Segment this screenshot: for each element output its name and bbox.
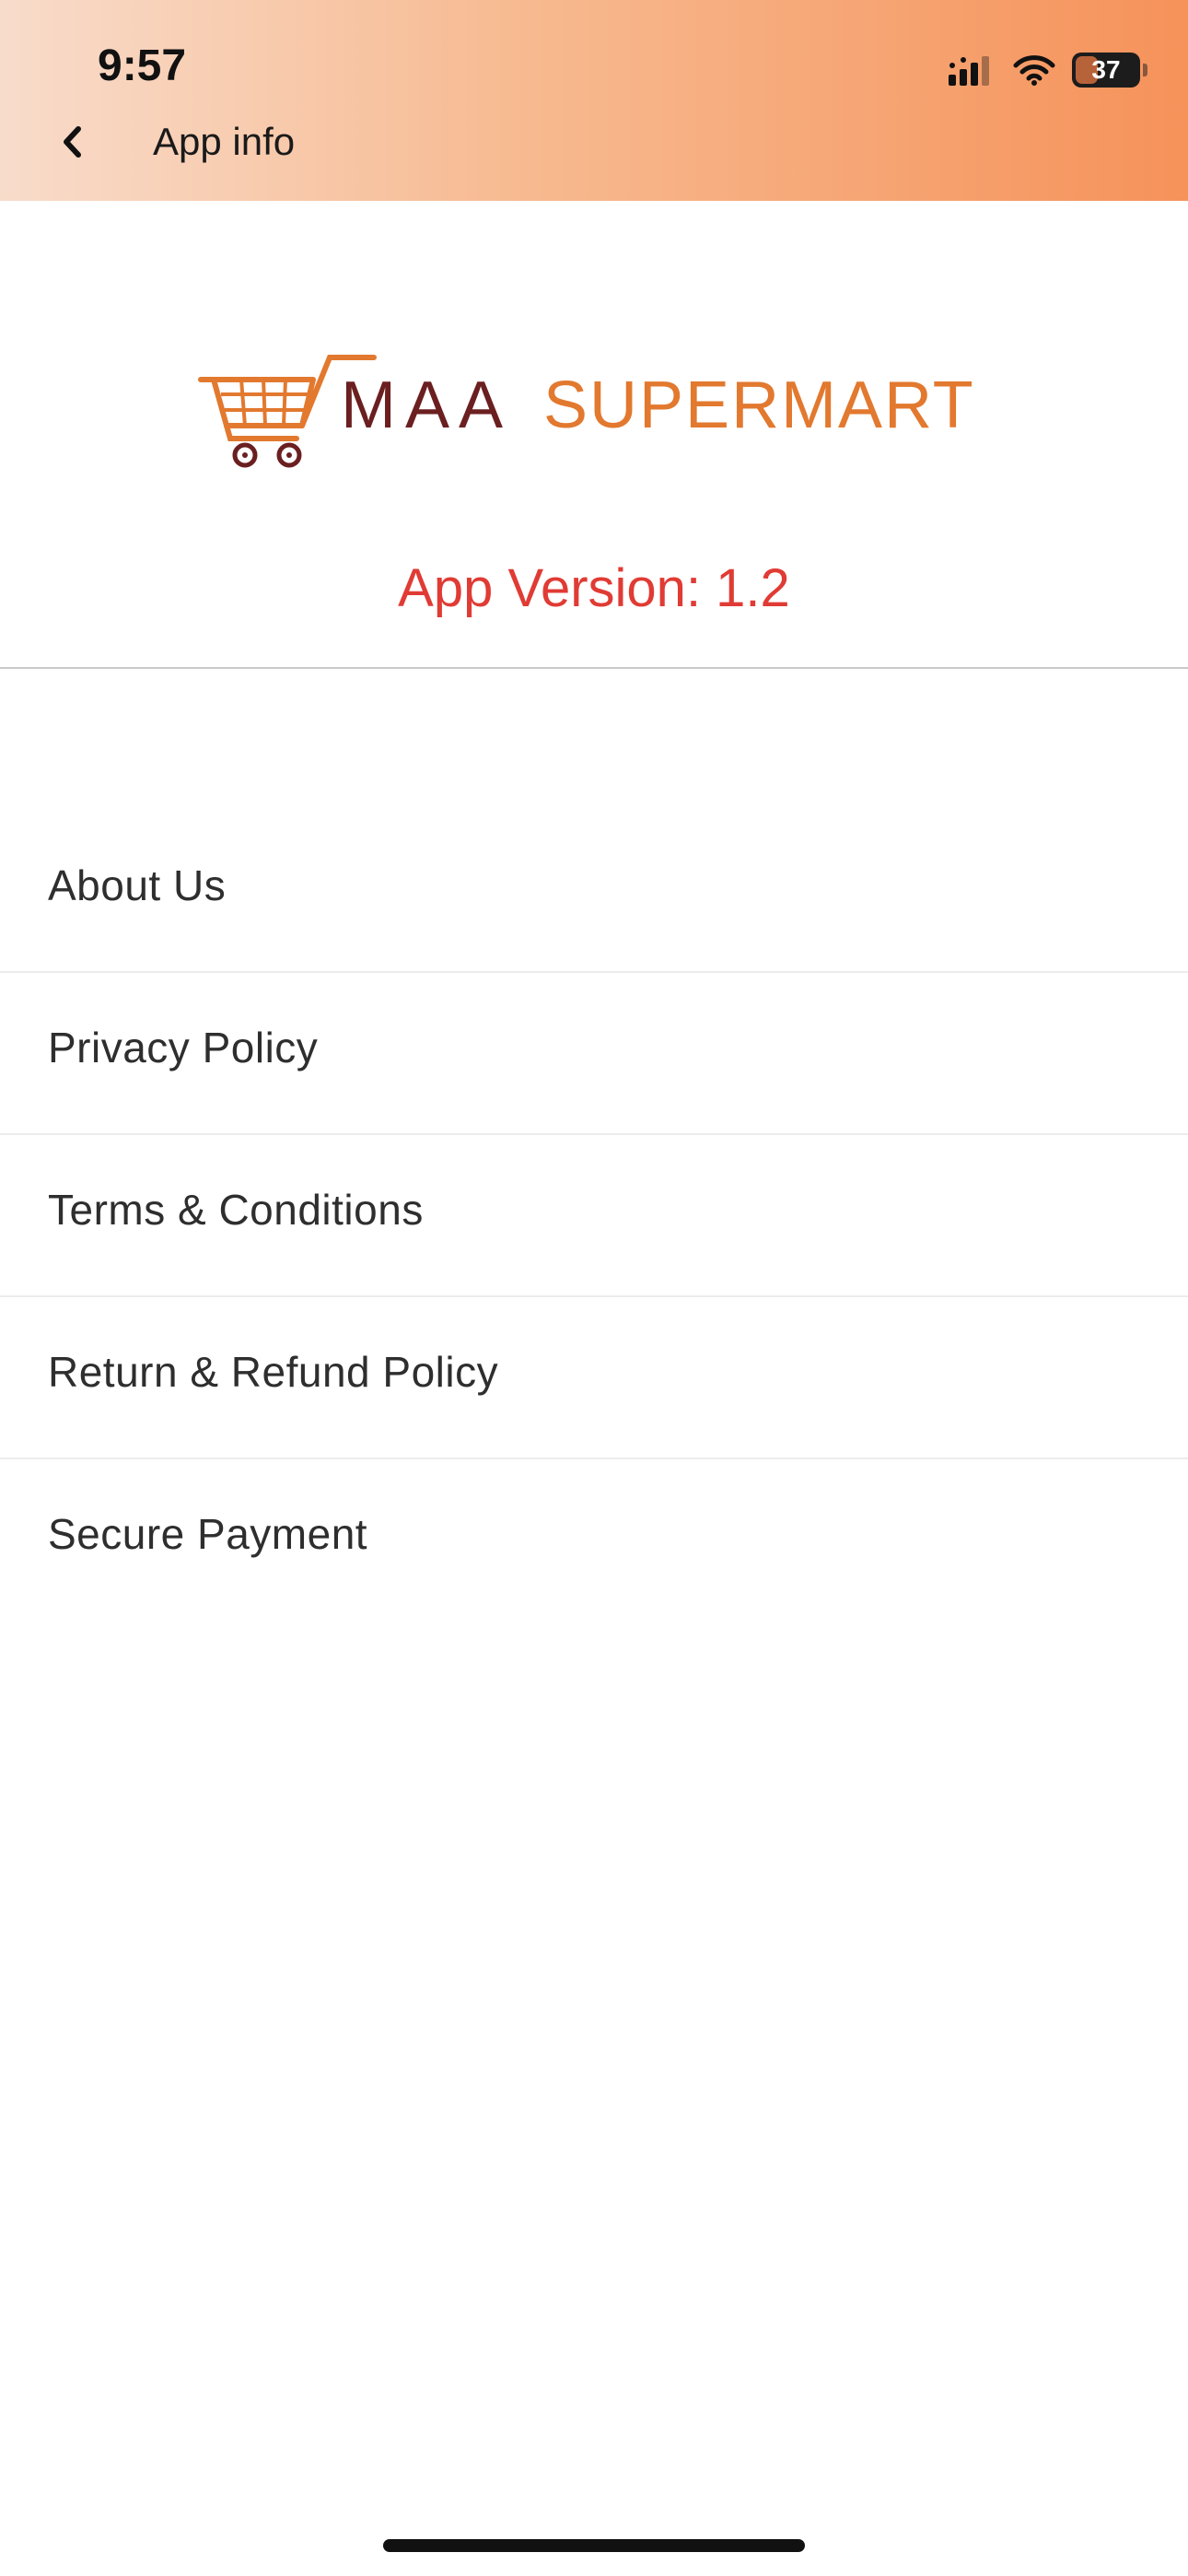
section-divider [0,667,1188,669]
menu-item-label: Privacy Policy [48,1024,319,1071]
app-version: App Version: 1.2 [398,558,790,618]
menu-item-secure-payment[interactable]: Secure Payment [0,1459,1188,1620]
chevron-left-icon [64,126,81,158]
info-menu: About Us Privacy Policy Terms & Conditio… [0,811,1188,1620]
brand-name-first: MAA [341,369,512,442]
status-time: 9:57 [98,41,187,90]
brand-logo: MAA SUPERMART [193,350,1004,484]
home-indicator[interactable] [383,2539,805,2552]
wifi-icon [1013,55,1055,86]
menu-item-label: Secure Payment [48,1510,368,1558]
menu-item-privacy-policy[interactable]: Privacy Policy [0,973,1188,1135]
brand-name-second: SUPERMART [543,369,975,442]
battery-percentage: 37 [1091,55,1121,84]
menu-item-terms-conditions[interactable]: Terms & Conditions [0,1135,1188,1297]
menu-item-return-refund-policy[interactable]: Return & Refund Policy [0,1297,1188,1459]
menu-item-about-us[interactable]: About Us [0,811,1188,973]
status-icons: 37 [949,52,1147,88]
app-header: 9:57 37 App info [0,0,1188,201]
back-button[interactable] [44,114,99,170]
battery-icon: 37 [1072,53,1147,88]
signal-icon [949,56,989,86]
header-title: App info [153,120,296,163]
menu-item-label: Terms & Conditions [48,1186,424,1234]
menu-item-label: Return & Refund Policy [48,1348,499,1396]
menu-item-label: About Us [48,861,227,909]
